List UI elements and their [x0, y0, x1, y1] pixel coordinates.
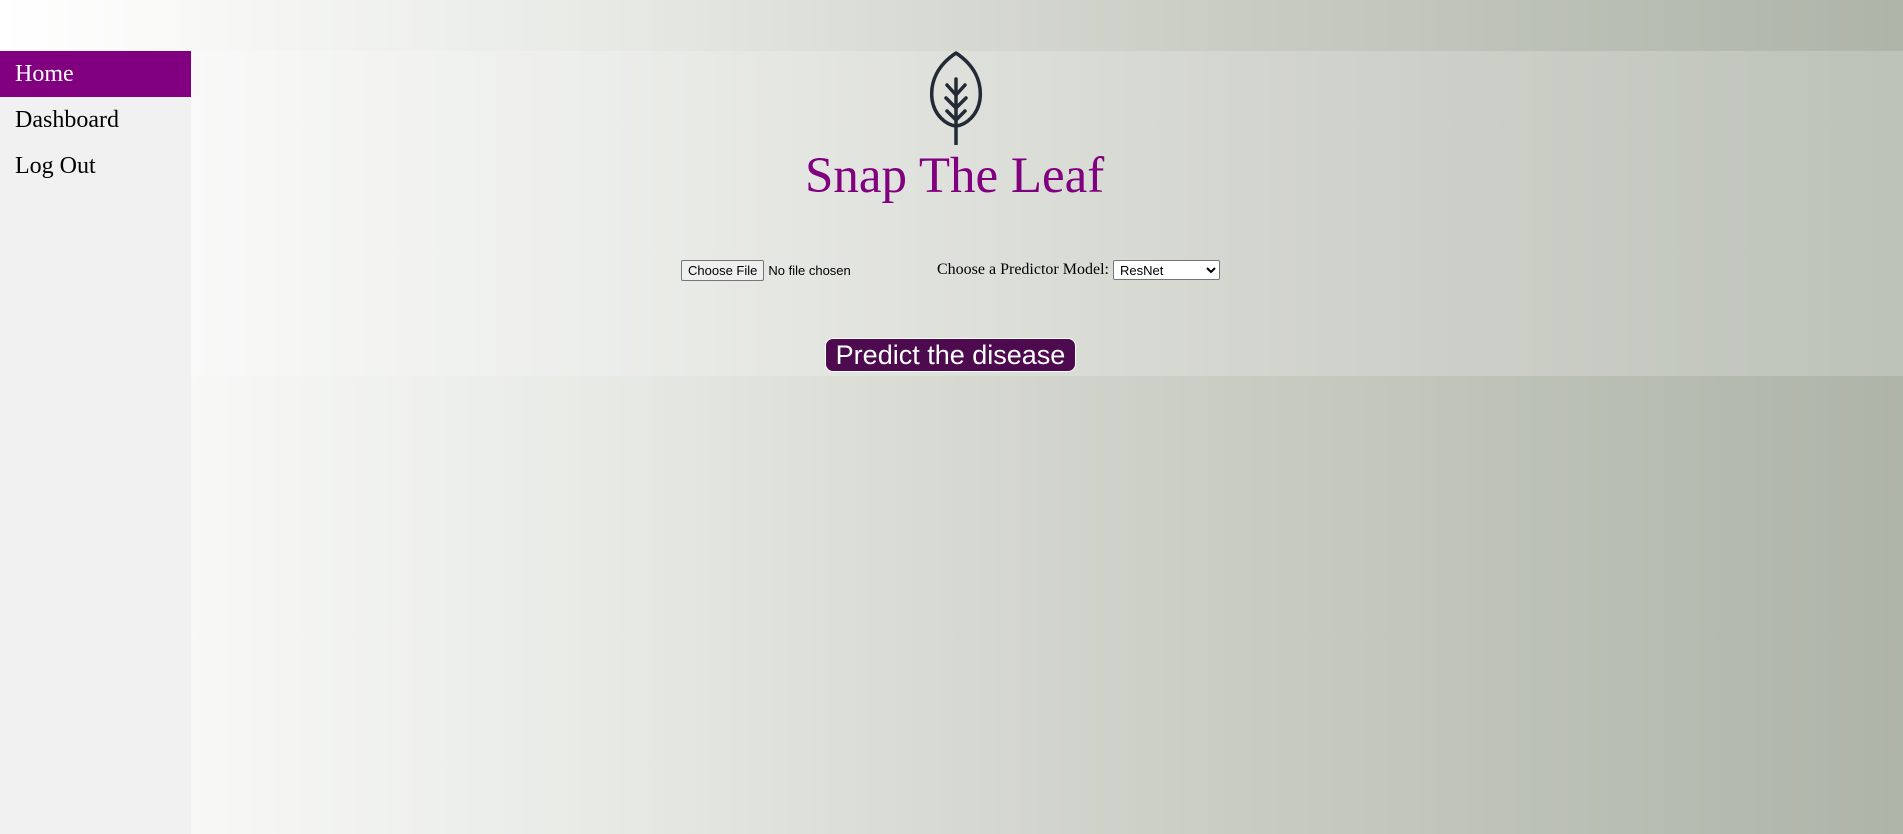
leaf-icon	[929, 51, 983, 145]
sidebar-nav: Home Dashboard Log Out	[0, 51, 191, 834]
nav-item-logout[interactable]: Log Out	[0, 143, 191, 189]
nav-item-dashboard[interactable]: Dashboard	[0, 97, 191, 143]
model-picker: Choose a Predictor Model: ResNet	[937, 259, 1220, 281]
file-upload: Choose File No file chosen	[681, 259, 851, 281]
nav-item-home[interactable]: Home	[0, 51, 191, 97]
predict-button[interactable]: Predict the disease	[825, 338, 1076, 372]
choose-file-button[interactable]: Choose File	[681, 259, 765, 281]
main-panel: Snap The Leaf Choose File No file chosen…	[191, 51, 1903, 376]
model-label: Choose a Predictor Model:	[937, 261, 1109, 278]
file-status: No file chosen	[768, 262, 851, 278]
app-title: Snap The Leaf	[805, 148, 1105, 204]
model-select[interactable]: ResNet	[1112, 260, 1220, 280]
